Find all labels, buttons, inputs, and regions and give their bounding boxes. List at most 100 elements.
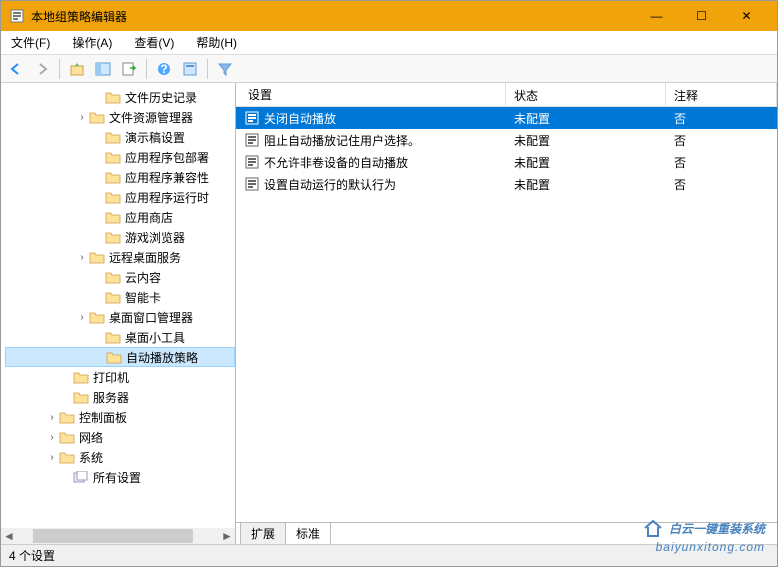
policy-icon	[244, 132, 260, 148]
minimize-button[interactable]: —	[634, 1, 679, 31]
expand-icon[interactable]: ›	[45, 432, 59, 443]
folder-icon	[89, 110, 105, 124]
policy-state: 未配置	[506, 174, 666, 195]
column-header-state[interactable]: 状态	[506, 83, 666, 106]
folder-icon	[105, 270, 121, 284]
tree-item-label: 服务器	[93, 389, 129, 406]
statusbar: 4 个设置	[1, 544, 777, 566]
tree-item-label: 文件资源管理器	[109, 109, 193, 126]
tree-item[interactable]: › 远程桌面服务	[5, 247, 235, 267]
tree-item[interactable]: 打印机	[5, 367, 235, 387]
expand-icon[interactable]: ›	[75, 112, 89, 123]
tree-item[interactable]: 自动播放策略	[5, 347, 235, 367]
tree-item[interactable]: 游戏浏览器	[5, 227, 235, 247]
column-header-setting[interactable]: 设置	[236, 83, 506, 106]
tree-item[interactable]: 应用程序包部署	[5, 147, 235, 167]
titlebar: 本地组策略编辑器 — ☐ ✕	[1, 1, 777, 31]
tab-standard[interactable]: 标准	[285, 522, 331, 544]
tree-item-label: 应用商店	[125, 209, 173, 226]
expand-icon[interactable]: ›	[75, 312, 89, 323]
help-button[interactable]: ?	[153, 58, 175, 80]
policy-name: 关闭自动播放	[264, 110, 336, 127]
content-area: 文件历史记录 › 文件资源管理器演示稿设置应用程序包部署应用程序兼容性应用程序运行时…	[1, 83, 777, 544]
tree-item[interactable]: 演示稿设置	[5, 127, 235, 147]
policy-comment: 否	[666, 108, 777, 129]
tree-item-label: 所有设置	[93, 469, 141, 486]
tree-item-label: 应用程序兼容性	[125, 169, 209, 186]
status-text: 4 个设置	[9, 547, 55, 564]
policy-state: 未配置	[506, 152, 666, 173]
list-header: 设置 状态 注释	[236, 83, 777, 107]
tree-item[interactable]: › 控制面板	[5, 407, 235, 427]
folder-icon	[105, 170, 121, 184]
tree-item[interactable]: › 文件资源管理器	[5, 107, 235, 127]
tree-item-label: 自动播放策略	[126, 349, 198, 366]
tree-horizontal-scrollbar[interactable]: ◄►	[1, 528, 235, 544]
tree-item[interactable]: › 网络	[5, 427, 235, 447]
folder-icon	[105, 190, 121, 204]
tree-item-label: 打印机	[93, 369, 129, 386]
expand-icon[interactable]: ›	[45, 412, 59, 423]
menu-help[interactable]: 帮助(H)	[192, 32, 241, 53]
tab-extended[interactable]: 扩展	[240, 522, 286, 544]
expand-icon[interactable]: ›	[45, 452, 59, 463]
forward-button[interactable]	[31, 58, 53, 80]
tree-item[interactable]: 应用程序运行时	[5, 187, 235, 207]
policy-row[interactable]: 关闭自动播放 未配置否	[236, 107, 777, 129]
tree-item-label: 远程桌面服务	[109, 249, 181, 266]
tree-item[interactable]: 服务器	[5, 387, 235, 407]
policy-row[interactable]: 不允许非卷设备的自动播放未配置否	[236, 151, 777, 173]
up-button[interactable]	[66, 58, 88, 80]
column-header-comment[interactable]: 注释	[666, 83, 777, 106]
folder-icon	[106, 350, 122, 364]
window-title: 本地组策略编辑器	[31, 8, 634, 25]
app-icon	[9, 8, 25, 24]
folder-icon	[89, 310, 105, 324]
tree-item[interactable]: ›系统	[5, 447, 235, 467]
policy-row[interactable]: 阻止自动播放记住用户选择。未配置否	[236, 129, 777, 151]
policy-row[interactable]: 设置自动运行的默认行为未配置否	[236, 173, 777, 195]
folder-icon	[105, 90, 121, 104]
tree-item-label: 演示稿设置	[125, 129, 185, 146]
tree-item[interactable]: 智能卡	[5, 287, 235, 307]
tree-item[interactable]: › 桌面窗口管理器	[5, 307, 235, 327]
expand-icon[interactable]: ›	[75, 252, 89, 263]
all-settings-icon	[73, 470, 89, 484]
list-pane: 设置 状态 注释 关闭自动播放未配置否阻止自动播放记住用户选择。未配置否不允许非…	[236, 83, 777, 544]
filter-button[interactable]	[214, 58, 236, 80]
policy-icon	[244, 154, 260, 170]
folder-icon	[73, 390, 89, 404]
back-button[interactable]	[5, 58, 27, 80]
tree-item[interactable]: 文件历史记录	[5, 87, 235, 107]
folder-icon	[59, 410, 75, 424]
close-button[interactable]: ✕	[724, 1, 769, 31]
folder-icon	[105, 230, 121, 244]
maximize-button[interactable]: ☐	[679, 1, 724, 31]
tree-item[interactable]: 应用商店	[5, 207, 235, 227]
folder-icon	[105, 150, 121, 164]
policy-name: 不允许非卷设备的自动播放	[264, 154, 408, 171]
folder-icon	[105, 330, 121, 344]
tree-item-label: 桌面窗口管理器	[109, 309, 193, 326]
properties-button[interactable]	[179, 58, 201, 80]
tree-item[interactable]: 应用程序兼容性	[5, 167, 235, 187]
folder-icon	[59, 430, 75, 444]
folder-icon	[105, 130, 121, 144]
tree-item[interactable]: 桌面小工具	[5, 327, 235, 347]
folder-icon	[73, 370, 89, 384]
menu-action[interactable]: 操作(A)	[68, 32, 116, 53]
show-hide-tree-button[interactable]	[92, 58, 114, 80]
tree-item-label: 控制面板	[79, 409, 127, 426]
folder-icon	[105, 210, 121, 224]
tree-item[interactable]: 所有设置	[5, 467, 235, 487]
tree-item-label: 网络	[79, 429, 103, 446]
export-button[interactable]	[118, 58, 140, 80]
tree-item[interactable]: 云内容	[5, 267, 235, 287]
menu-view[interactable]: 查看(V)	[130, 32, 178, 53]
menu-file[interactable]: 文件(F)	[7, 32, 54, 53]
tree-item-label: 文件历史记录	[125, 89, 197, 106]
policy-state: 未配置	[506, 108, 666, 129]
folder-icon	[59, 450, 75, 464]
policy-state: 未配置	[506, 130, 666, 151]
policy-comment: 否	[666, 174, 777, 195]
